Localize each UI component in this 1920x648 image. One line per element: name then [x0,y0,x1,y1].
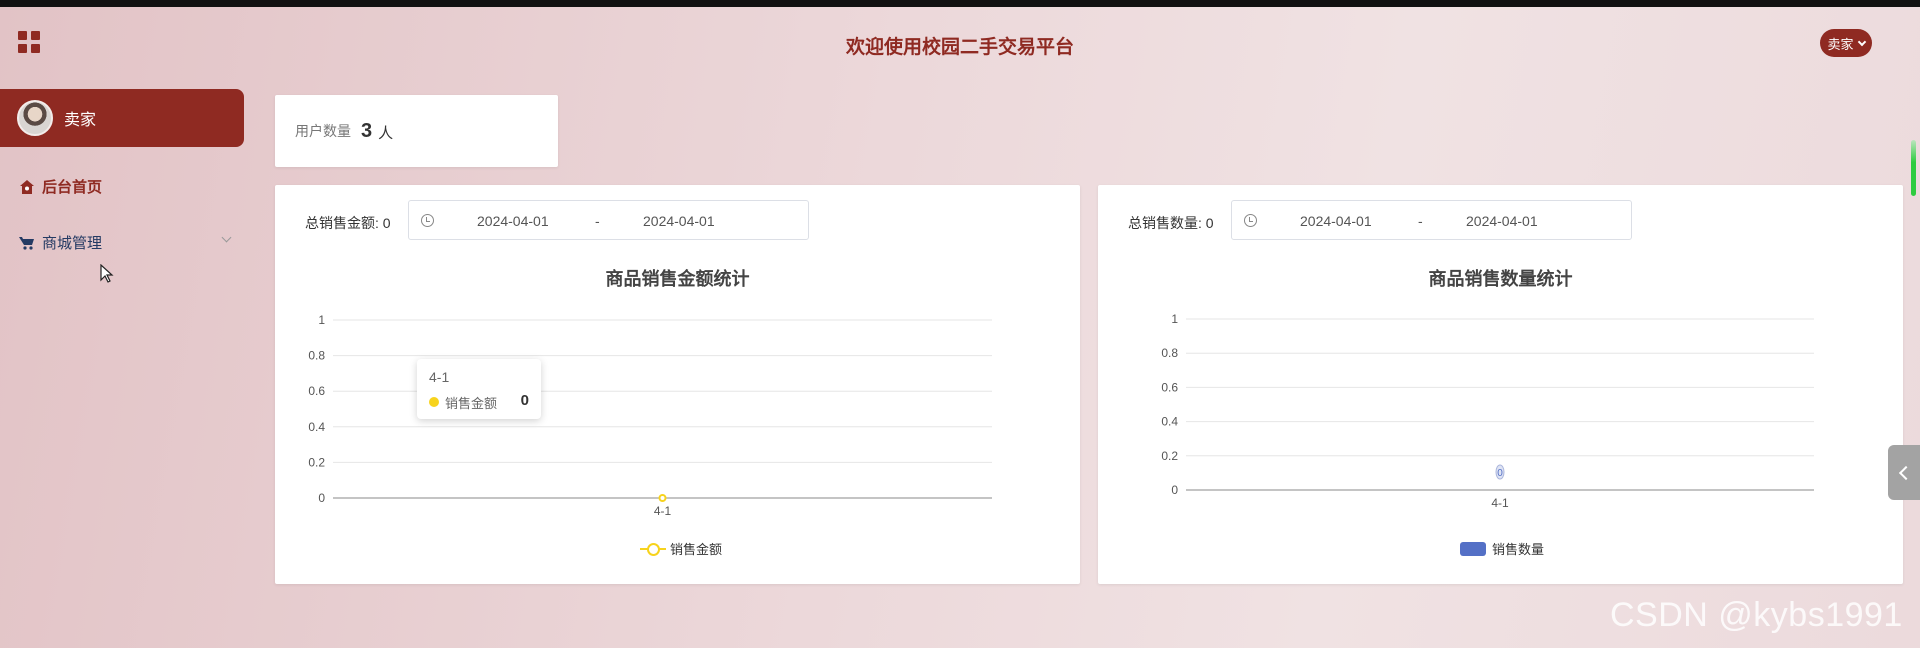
y-tick-label: 0.6 [308,384,325,398]
chevron-down-icon [1857,37,1866,46]
user-count-value: 3 [361,119,373,142]
sales-quantity-card: 总销售数量: 0 2024-04-01 - 2024-04-01 商品销售数量统… [1098,185,1903,584]
legend-label: 销售金额 [670,542,723,557]
sidebar-user-name: 卖家 [64,112,97,129]
y-tick-label: 0.2 [1161,449,1178,463]
sidebar-item-label: 商城管理 [42,235,103,252]
legend-label: 销售数量 [1492,542,1545,557]
user-menu-label: 卖家 [1827,36,1854,52]
legend-line-marker [640,542,666,556]
y-tick-label: 1 [1171,312,1178,326]
y-tick-label: 0 [318,491,325,505]
data-point [658,494,667,502]
chevron-left-icon [1898,465,1914,480]
y-tick-label: 0 [1171,483,1178,497]
watermark: CSDN @kybs1991 [1610,596,1903,634]
data-label: 0 [1497,468,1503,479]
top-border [0,0,1920,7]
x-tick-label: 4-1 [1491,496,1509,510]
avatar [17,100,53,136]
tooltip-series-marker [429,397,439,407]
sales-quantity-bar-chart: 0 0.2 0.4 0.6 0.8 1 4-1 0 [1161,312,1814,510]
tooltip-series-name: 销售金额 [445,396,498,411]
y-tick-label: 1 [318,313,325,327]
home-icon [20,179,34,194]
tooltip-category: 4-1 [429,369,450,385]
sales-amount-card: 总销售金额: 0 2024-04-01 - 2024-04-01 商品销售金额统… [275,185,1080,584]
y-tick-label: 0.2 [308,455,325,469]
chart-legend[interactable]: 销售金额 [640,539,722,558]
y-tick-label: 0.6 [1161,380,1178,394]
user-count-label: 用户数量 [295,123,351,139]
y-tick-label: 0.8 [308,349,325,363]
sales-amount-line-chart: 0 0.2 0.4 0.6 0.8 1 4-1 [308,313,992,518]
user-count-unit: 人 [378,125,394,142]
sidebar-user-card[interactable]: 卖家 [0,89,244,147]
sidebar-item-home[interactable]: 后台首页 [19,176,102,197]
user-count-card: 用户数量 3 人 [275,95,558,167]
sidebar-item-shop-management[interactable]: 商城管理 [19,232,102,253]
scrollbar-thumb[interactable] [1911,140,1916,196]
y-tick-label: 0.4 [308,420,325,434]
app-title: 欢迎使用校园二手交易平台 [845,37,1074,58]
y-tick-label: 0.8 [1161,346,1178,360]
y-tick-label: 0.4 [1161,415,1178,429]
tooltip-value: 0 [520,392,529,409]
sidebar-item-label: 后台首页 [42,179,103,196]
side-panel-toggle[interactable] [1888,445,1920,500]
chart-legend[interactable]: 销售数量 [1460,539,1544,558]
chevron-down-icon[interactable] [221,232,232,243]
legend-bar-marker [1460,541,1486,556]
user-menu-button[interactable]: 卖家 [1820,29,1872,57]
cart-icon [19,236,34,250]
chart-tooltip: 4-1 销售金额 0 [417,359,541,419]
mouse-cursor-icon [100,264,114,283]
x-tick-label: 4-1 [654,504,672,518]
